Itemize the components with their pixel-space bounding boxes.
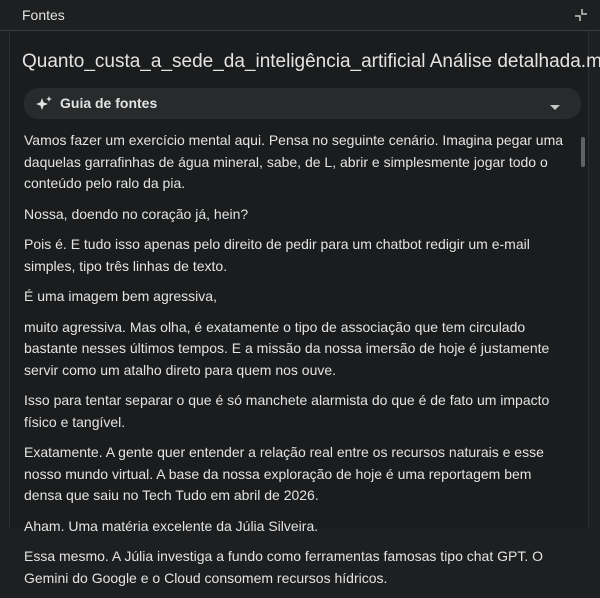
panel-title: Fontes xyxy=(22,7,65,23)
transcript-paragraph: Vamos fazer um exercício mental aqui. Pe… xyxy=(24,132,564,191)
transcript-paragraph: Aham. Uma matéria excelente da Júlia Sil… xyxy=(24,517,319,534)
source-guide-toggle[interactable]: Guia de fontes xyxy=(24,88,581,119)
source-guide-label: Guia de fontes xyxy=(60,95,158,111)
source-file-title: Quanto_custa_a_sede_da_inteligência_arti… xyxy=(22,51,600,72)
transcript: Vamos fazer um exercício mental aqui. Pe… xyxy=(24,130,569,598)
transcript-paragraph: É uma imagem bem agressiva, xyxy=(24,288,217,304)
panel-header: Fontes xyxy=(0,0,600,31)
scrollbar-thumb[interactable] xyxy=(581,137,585,167)
transcript-paragraph: Nossa, doendo no coração já, hein? xyxy=(24,205,249,222)
transcript-paragraph: muito agressiva. Mas olha, é exatamente … xyxy=(24,318,550,378)
sparkle-icon xyxy=(35,95,53,113)
transcript-paragraph: Isso para tentar separar o que é só manc… xyxy=(24,392,550,430)
chevron-down-icon[interactable] xyxy=(549,99,561,110)
transcript-paragraph: Exatamente. A gente quer entender a rela… xyxy=(24,444,544,503)
transcript-paragraph: Essa mesmo. A Júlia investiga a fundo co… xyxy=(24,548,544,586)
collapse-icon[interactable] xyxy=(572,6,590,24)
transcript-paragraph: Pois é. E tudo isso apenas pelo direito … xyxy=(24,236,530,274)
